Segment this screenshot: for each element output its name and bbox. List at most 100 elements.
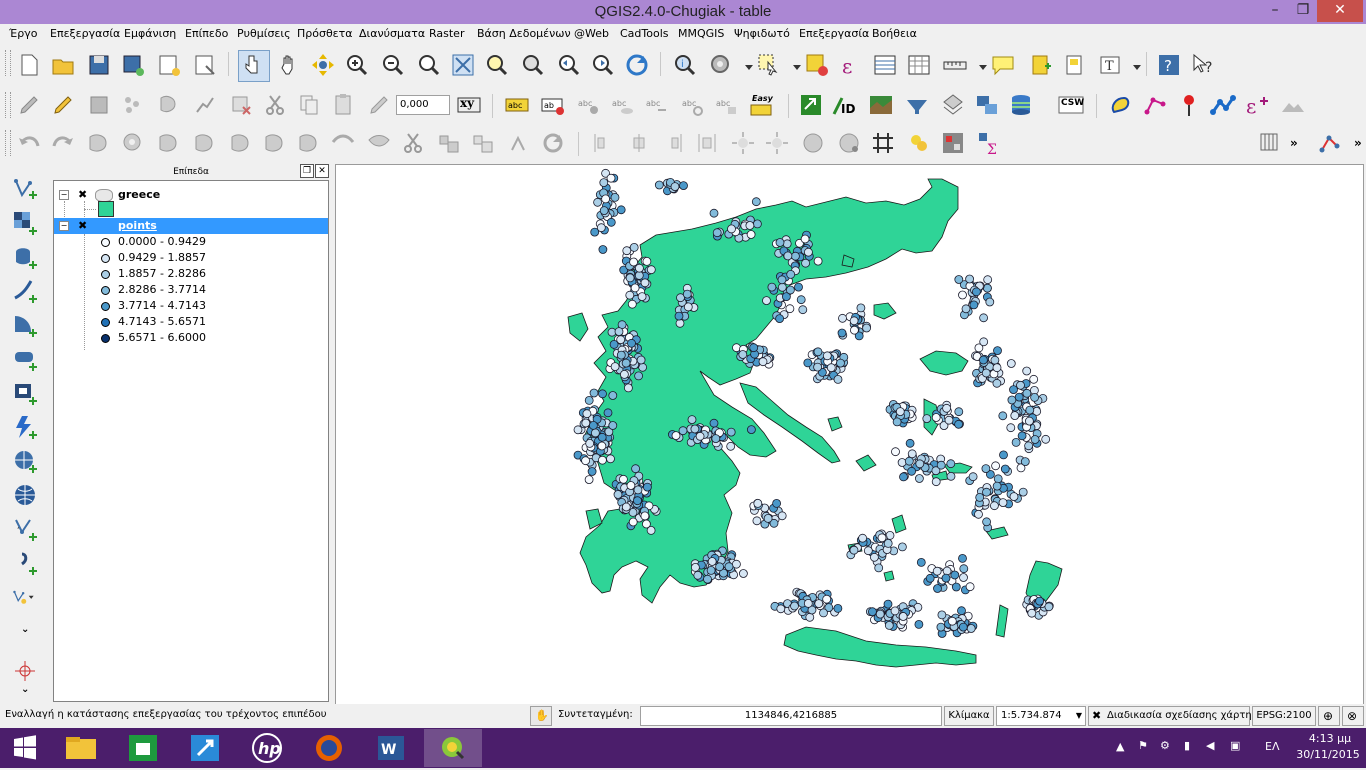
chevron-down-icon[interactable]: [784, 54, 801, 80]
points-cluster-icon[interactable]: [906, 130, 932, 156]
plugin-table-icon[interactable]: [1258, 130, 1284, 156]
class-item[interactable]: 2.8286 - 3.7714: [54, 282, 328, 298]
messages-button[interactable]: ✋: [530, 706, 552, 726]
toolbar-grip[interactable]: [5, 50, 11, 76]
help-contents-icon[interactable]: ?: [1156, 52, 1182, 78]
store-icon[interactable]: [116, 729, 170, 767]
raster-plugin-icon[interactable]: [940, 130, 966, 156]
identify-icon[interactable]: i: [672, 52, 698, 78]
menu-database[interactable]: Βάση Δεδομένων: [477, 27, 571, 40]
add-mssql-layer-icon[interactable]: [12, 312, 38, 338]
rotate-label-icon[interactable]: abc: [680, 92, 706, 118]
crs-button[interactable]: ⊕: [1318, 706, 1340, 726]
terrain-icon[interactable]: [1280, 92, 1306, 118]
sun-plugin-2-icon[interactable]: [764, 130, 790, 156]
fill-ring-icon[interactable]: [192, 130, 218, 156]
collapse-toggle-icon[interactable]: −: [59, 190, 69, 200]
float-panel-icon[interactable]: ❐: [300, 164, 314, 178]
clock-time[interactable]: 4:13 μμ: [1306, 732, 1354, 745]
pan-to-arrow-icon[interactable]: [310, 52, 336, 78]
menu-processing[interactable]: Επεξεργασία: [799, 27, 869, 40]
qgis-taskbar-icon[interactable]: [424, 729, 482, 767]
plugin-landscape-icon[interactable]: [868, 92, 894, 118]
globe-plugin-icon[interactable]: [800, 130, 826, 156]
greece-symbol-swatch[interactable]: [98, 201, 114, 217]
clock-date[interactable]: 30/11/2015: [1296, 748, 1360, 761]
class-item[interactable]: 3.7714 - 4.7143: [54, 298, 328, 314]
pin-labels-icon[interactable]: abc: [576, 92, 602, 118]
save-edits-icon[interactable]: [86, 92, 112, 118]
delete-ring-icon[interactable]: [228, 130, 254, 156]
layer-labeling-icon[interactable]: ab: [540, 92, 566, 118]
rotate-symbol-icon[interactable]: [366, 92, 392, 118]
save-project-icon[interactable]: [86, 52, 112, 78]
input-language[interactable]: ΕΛ: [1265, 740, 1279, 753]
menu-raster[interactable]: Raster: [429, 27, 464, 40]
measure-icon[interactable]: [942, 52, 968, 78]
globe-plugin-2-icon[interactable]: [836, 130, 862, 156]
delete-part-icon[interactable]: [262, 130, 288, 156]
add-spatialite-layer-icon[interactable]: [12, 278, 38, 304]
cut-features-icon[interactable]: [262, 92, 288, 118]
add-oracle-layer-icon[interactable]: [12, 346, 38, 372]
align-center-icon[interactable]: [626, 130, 652, 156]
visibility-checkbox[interactable]: ✖: [78, 220, 89, 231]
hp-icon[interactable]: hp: [240, 729, 294, 767]
menu-vector[interactable]: Διανύσματα: [359, 27, 425, 40]
chevron-down-icon[interactable]: [1124, 54, 1141, 80]
change-label-icon[interactable]: abc: [714, 92, 740, 118]
redo-icon[interactable]: [50, 130, 76, 156]
maximize-button[interactable]: ❐: [1290, 0, 1316, 22]
attribute-table-icon[interactable]: [872, 52, 898, 78]
add-feature-icon[interactable]: [120, 92, 146, 118]
merge-features-icon[interactable]: [436, 130, 462, 156]
close-button[interactable]: ✕: [1317, 0, 1363, 22]
refresh-icon[interactable]: [624, 52, 650, 78]
merge-attributes-icon[interactable]: [470, 130, 496, 156]
add-postgis-layer-icon[interactable]: [12, 244, 38, 270]
menu-help[interactable]: Βοήθεια: [872, 27, 917, 40]
visibility-checkbox[interactable]: ✖: [78, 189, 89, 200]
zoom-in-icon[interactable]: [344, 52, 370, 78]
left-toolbar-overflow-icon[interactable]: ⌄: [21, 684, 29, 695]
new-print-composer-icon[interactable]: [156, 52, 182, 78]
plugin-spatial-query-icon[interactable]: [940, 92, 966, 118]
show-hidden-icons[interactable]: ▲: [1116, 740, 1124, 753]
zoom-out-icon[interactable]: [380, 52, 406, 78]
paste-features-icon[interactable]: [330, 92, 356, 118]
add-wfs-layer-icon[interactable]: [12, 482, 38, 508]
delete-selected-icon[interactable]: [228, 92, 254, 118]
menu-edit[interactable]: Επεξεργασία: [50, 27, 120, 40]
move-feature-icon[interactable]: [156, 92, 182, 118]
map-canvas[interactable]: [335, 164, 1364, 706]
epsg-button[interactable]: EPSG:2100: [1252, 706, 1316, 726]
tray-app-icon[interactable]: ▣: [1230, 739, 1240, 752]
menu-plugins[interactable]: Πρόσθετα: [297, 27, 353, 40]
split-parts-icon[interactable]: [400, 130, 426, 156]
topology-checker-icon[interactable]: [1318, 130, 1344, 156]
open-project-icon[interactable]: [50, 52, 76, 78]
grid-icon[interactable]: [870, 130, 896, 156]
layer-item-points[interactable]: − ✖ points: [54, 218, 328, 234]
add-raster-layer-icon[interactable]: [12, 210, 38, 236]
node-tool-icon[interactable]: [192, 92, 218, 118]
plugin-contour-icon[interactable]: [1108, 92, 1134, 118]
new-bookmark-icon[interactable]: [1028, 52, 1054, 78]
pan-map-icon[interactable]: [276, 52, 302, 78]
class-item[interactable]: 1.8857 - 2.8286: [54, 266, 328, 282]
plugin-vertices-icon[interactable]: [1142, 92, 1168, 118]
expression-plus-icon[interactable]: ε: [1244, 92, 1270, 118]
add-ring-icon[interactable]: [120, 130, 146, 156]
collapse-toggle-icon[interactable]: −: [59, 221, 69, 231]
start-button[interactable]: [0, 729, 50, 767]
battery-icon[interactable]: ▮: [1184, 739, 1190, 752]
coordinate-field[interactable]: 1134846,4216885: [640, 706, 942, 726]
menu-project[interactable]: Έργο: [9, 27, 37, 40]
scale-combobox[interactable]: 1:5.734.874 ▼: [996, 706, 1086, 726]
menu-mosaic[interactable]: Ψηφιδωτό: [734, 27, 790, 40]
action-icon[interactable]: [708, 52, 734, 78]
map-pin-icon[interactable]: [1176, 92, 1202, 118]
add-part-icon[interactable]: [156, 130, 182, 156]
split-features-icon[interactable]: [366, 130, 392, 156]
class-item[interactable]: 5.6571 - 6.6000: [54, 330, 328, 346]
